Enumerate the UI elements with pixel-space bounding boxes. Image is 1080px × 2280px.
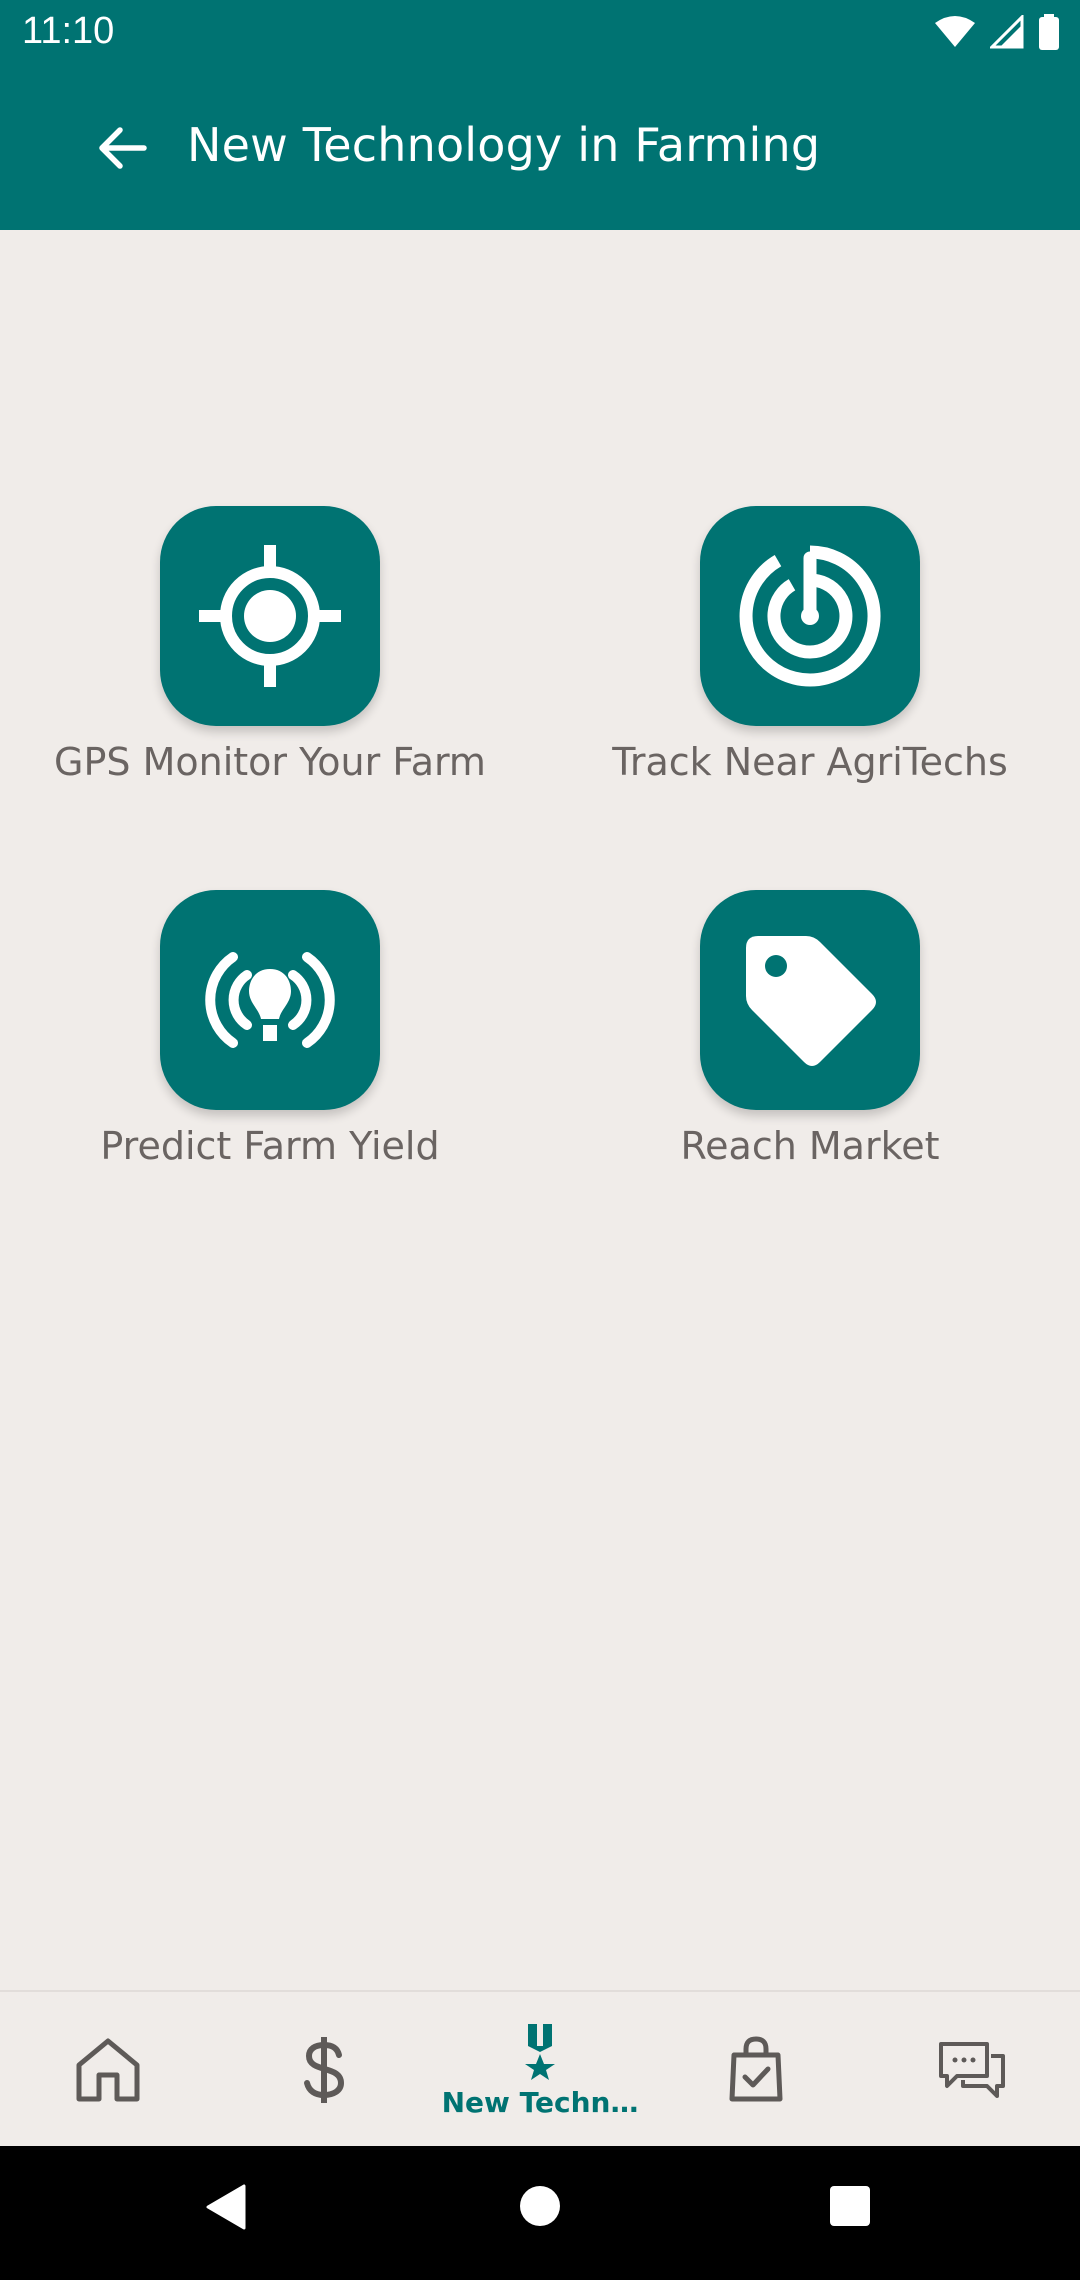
- page-title: New Technology in Farming: [187, 118, 821, 172]
- nav-new-technology[interactable]: New Techn…: [432, 1992, 648, 2148]
- gps-target-icon: [199, 545, 341, 687]
- tile-gps-monitor[interactable]: GPS Monitor Your Farm: [0, 506, 540, 784]
- circle-home-icon: [520, 2186, 560, 2226]
- nav-finance[interactable]: [216, 1992, 432, 2148]
- arrow-back-icon: [99, 127, 147, 169]
- battery-icon: [1039, 14, 1059, 50]
- tile-reach-market[interactable]: Reach Market: [540, 890, 1080, 1168]
- status-icons: [934, 14, 1060, 50]
- status-time: 11:10: [22, 10, 115, 52]
- cell-signal-icon: [990, 15, 1024, 49]
- wifi-icon: [935, 16, 975, 47]
- nav-orders[interactable]: [648, 1992, 864, 2148]
- nav-home[interactable]: [0, 1992, 216, 2148]
- tile-icon-box: [700, 890, 920, 1110]
- triangle-back-icon: [206, 2184, 246, 2230]
- home-icon: [76, 2038, 140, 2102]
- dollar-icon: [304, 2037, 345, 2103]
- tile-icon-box: [160, 890, 380, 1110]
- medal-icon: [525, 2023, 555, 2080]
- back-button[interactable]: [90, 116, 154, 180]
- tile-label: Predict Farm Yield: [100, 1124, 440, 1168]
- square-recents-icon: [830, 2186, 870, 2226]
- app-bar: New Technology in Farming: [0, 66, 1080, 230]
- tile-predict-yield[interactable]: Predict Farm Yield: [0, 890, 540, 1168]
- tag-icon: [746, 936, 876, 1066]
- tile-label: Reach Market: [680, 1124, 940, 1168]
- chat-icon: [939, 2042, 1005, 2098]
- tile-label: GPS Monitor Your Farm: [54, 740, 486, 784]
- nav-label: New Techn…: [441, 2085, 639, 2119]
- bottom-navigation: New Techn…: [0, 1990, 1080, 2148]
- lightbulb-signal-icon: [205, 952, 335, 1048]
- shopping-bag-icon: [729, 2036, 783, 2102]
- radar-icon: [739, 545, 881, 687]
- tile-icon-box: [700, 506, 920, 726]
- nav-chat[interactable]: [864, 1992, 1080, 2148]
- system-home-button[interactable]: [518, 2184, 562, 2232]
- tile-label: Track Near AgriTechs: [612, 740, 1008, 784]
- tile-track-agritechs[interactable]: Track Near AgriTechs: [540, 506, 1080, 784]
- status-bar: 11:10: [0, 0, 1080, 66]
- system-back-button[interactable]: [204, 2182, 250, 2236]
- system-recents-button[interactable]: [830, 2186, 870, 2230]
- tile-icon-box: [160, 506, 380, 726]
- system-navigation-bar: [0, 2146, 1080, 2280]
